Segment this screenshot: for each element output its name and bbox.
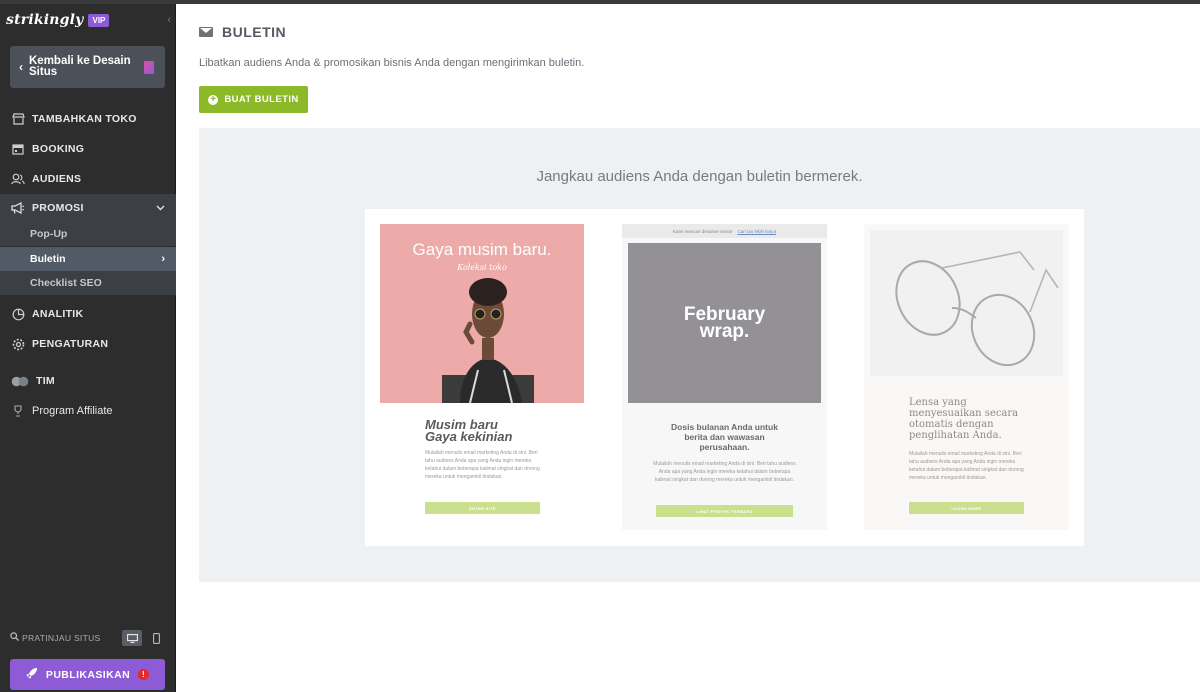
create-newsletter-label: BUAT BULETIN [224,94,299,105]
calendar-icon [11,142,25,156]
template-cta-button: LIHAT PROYEK TERBARU [656,505,793,517]
vip-badge: VIP [88,13,110,27]
template-preview-eyewear[interactable]: Lensa yang menyesuaikan secara otomatis … [864,224,1069,530]
panel-heading: Jangkau audiens Anda dengan buletin berm… [536,168,863,185]
sidebar-subitem-label: Pop-Up [30,228,68,240]
back-to-site-design-button[interactable]: ‹ Kembali ke Desain Situs [10,46,165,88]
template-top-strip: Kami mencari desainer senior Cari tau le… [622,224,827,238]
team-icon [11,374,29,388]
template-title: Lensa yang menyesuaikan secara otomatis … [909,397,1019,441]
eyeglasses-image [895,251,1059,367]
template-preview-company-news[interactable]: Kami mencari desainer senior Cari tau le… [622,224,827,530]
sidebar-item-label: ANALITIK [32,308,84,320]
template-body-text: Mulailah menulis email marketing Anda di… [653,461,796,483]
sidebar-item-label: Program Affiliate [32,405,113,417]
template-top-strip-link: Cari tau lebih lanjut [737,228,777,234]
template-hero-image [870,230,1063,376]
template-title-line: Gaya kekinian [425,429,513,444]
envelope-icon [199,27,213,37]
sidebar-item-audience[interactable]: AUDIENS [0,165,176,193]
megaphone-icon [11,201,25,215]
store-icon [11,112,25,126]
page-icon [144,61,154,74]
sidebar-item-label: PENGATURAN [32,338,109,350]
template-top-strip-text: Kami mencari desainer senior [672,228,733,234]
collapse-sidebar-icon[interactable]: ‹ [167,14,171,26]
sidebar-subitem-seo-checklist[interactable]: Checklist SEO [0,271,176,295]
sidebar-subitem-label: Buletin [30,253,66,265]
sidebar-item-label: BOOKING [32,143,85,155]
mobile-preview-icon[interactable] [146,630,166,646]
search-icon [10,632,19,644]
template-image-heading: February wrap. [622,305,827,342]
template-image-subheading: Koleksi toko [457,263,507,272]
sidebar-subitem-label: Checklist SEO [30,277,102,289]
publish-button-label: PUBLIKASIKAN [45,668,131,681]
model-figure [442,278,534,403]
page-description: Libatkan audiens Anda & promosikan bisni… [199,57,585,69]
sidebar-item-settings[interactable]: PENGATURAN [0,330,176,358]
page-title: BULETIN [222,24,287,40]
template-body-text: Mulailah menulis email marketing Anda di… [909,451,1024,481]
strikingly-logo[interactable]: strikingly [6,12,83,28]
rocket-icon [26,667,38,682]
template-image-heading-line: wrap. [699,321,750,342]
preview-site-row: PRATINJAU SITUS [10,629,166,647]
create-newsletter-button[interactable]: + BUAT BULETIN [199,86,308,113]
sidebar-item-label: AUDIENS [32,173,82,185]
template-cta-button: LEARN MORE [909,502,1024,514]
trophy-icon [11,404,25,418]
template-cta-button: ENTER SITE [425,502,540,514]
sidebar-subitem-popup[interactable]: Pop-Up [0,222,176,246]
desktop-preview-icon[interactable] [122,630,142,646]
gear-icon [11,337,25,351]
newsletter-promo-panel: Jangkau audiens Anda dengan buletin berm… [199,128,1200,582]
template-body-text: Mulailah menulis email marketing Anda di… [425,450,540,480]
template-title: Musim baru Gaya kekinian [425,418,513,444]
sidebar-subitem-newsletter[interactable]: Buletin › [0,247,176,271]
template-image-heading: Gaya musim baru. [412,240,552,259]
sidebar-item-label: PROMOSI [32,202,84,214]
top-border [0,0,1200,4]
sidebar-item-promotion[interactable]: PROMOSI [0,194,176,222]
pie-chart-icon [11,307,25,321]
sidebar-item-affiliate[interactable]: Program Affiliate [0,397,176,425]
audience-icon [11,172,25,186]
alert-badge: ! [138,669,150,680]
sidebar-item-label: TIM [36,375,55,387]
template-title: Dosis bulanan Anda untuk berita dan wawa… [671,422,778,452]
chevron-left-icon: ‹ [19,60,23,74]
template-hero-image: Gaya musim baru. Koleksi toko [380,224,584,403]
chevron-down-icon [156,203,165,214]
sidebar-item-analytics[interactable]: ANALITIK [0,300,176,328]
chevron-right-icon: › [161,253,165,265]
sidebar: strikingly VIP ‹ ‹ Kembali ke Desain Sit… [0,4,176,692]
preview-site-link[interactable]: PRATINJAU SITUS [22,633,101,643]
template-preview-card: Gaya musim baru. Koleksi toko Musim baru… [365,209,1084,546]
plus-circle-icon: + [208,93,219,105]
back-button-label: Kembali ke Desain Situs [29,55,131,78]
template-preview-fashion[interactable]: Gaya musim baru. Koleksi toko Musim baru… [380,224,585,530]
logo-row: strikingly VIP [6,12,110,28]
sidebar-item-store[interactable]: TAMBAHKAN TOKO [0,105,176,133]
sidebar-item-team[interactable]: TIM [0,367,176,395]
sidebar-item-booking[interactable]: BOOKING [0,135,176,163]
sidebar-item-label: TAMBAHKAN TOKO [32,113,137,125]
publish-button[interactable]: PUBLIKASIKAN ! [10,659,165,690]
page-header: BULETIN [199,24,286,40]
